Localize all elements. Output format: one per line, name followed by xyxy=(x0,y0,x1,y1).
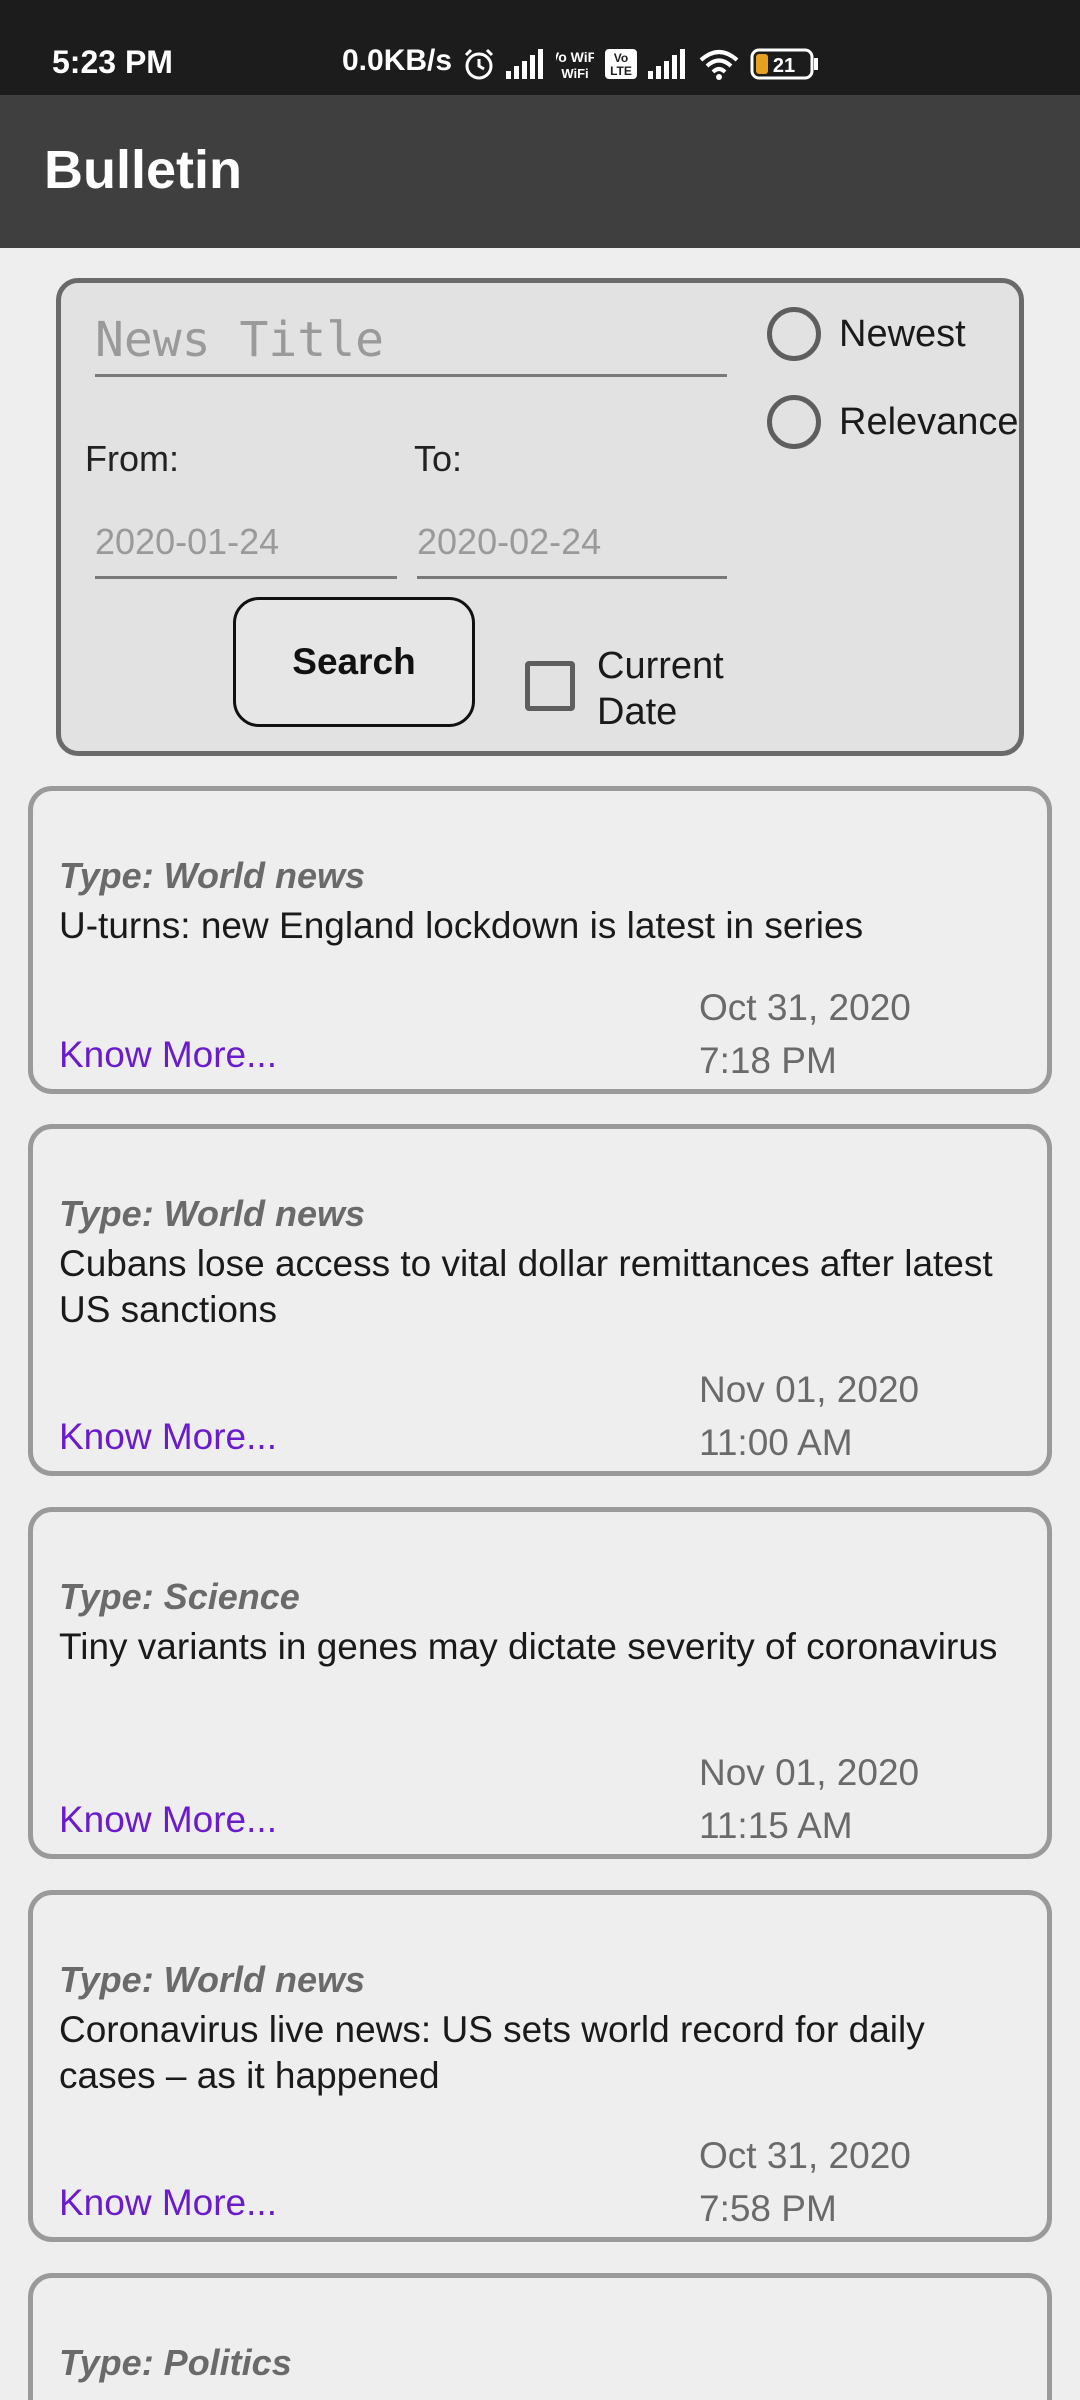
volte-icon: Vo LTE xyxy=(604,48,638,80)
news-card[interactable]: Type: Science Tiny variants in genes may… xyxy=(28,1507,1052,1859)
vo-wifi-icon: Vo WiFiWiFi xyxy=(556,47,594,81)
current-date-label: Current Date xyxy=(597,645,724,733)
news-date: Nov 01, 2020 xyxy=(699,1752,920,1793)
radio-circle-icon[interactable] xyxy=(767,307,821,361)
vo-wifi-top: Vo WiFi xyxy=(556,49,594,65)
news-card[interactable]: Type: World news U-turns: new England lo… xyxy=(28,786,1052,1094)
wifi-icon xyxy=(698,48,740,80)
svg-text:Vo: Vo xyxy=(614,51,628,65)
status-bar: 5:23 PM 0.0KB/s Vo WiFiWiFi VoLTE 21 xyxy=(0,0,1080,95)
sort-relevance-radio[interactable]: Relevance xyxy=(767,395,1019,449)
news-date: Nov 01, 2020 xyxy=(699,1369,920,1410)
news-title: U-turns: new England lockdown is latest … xyxy=(59,905,864,946)
know-more-link[interactable]: Know More... xyxy=(59,1416,277,1458)
news-type: Type: World news xyxy=(59,1193,366,1234)
from-label: From: xyxy=(85,438,179,479)
news-card[interactable]: Type: World news Cubans lose access to v… xyxy=(28,1124,1052,1476)
battery-icon: 21 xyxy=(750,47,820,81)
news-title: Coronavirus live news: US sets world rec… xyxy=(59,2009,925,2096)
news-date: Oct 31, 2020 xyxy=(699,2135,911,2176)
to-date-field[interactable] xyxy=(417,511,727,579)
radio-label: Relevance xyxy=(839,400,1019,443)
news-type: Type: World news xyxy=(59,855,366,896)
news-type: Type: Science xyxy=(59,1576,300,1617)
news-type: Type: Politics xyxy=(59,2342,292,2383)
alarm-icon xyxy=(462,47,496,81)
current-date-checkbox[interactable] xyxy=(525,661,575,711)
know-more-link[interactable]: Know More... xyxy=(59,1034,277,1076)
know-more-link[interactable]: Know More... xyxy=(59,2182,277,2224)
from-date-field[interactable] xyxy=(95,511,397,579)
svg-text:LTE: LTE xyxy=(610,64,632,78)
news-title: Tiny variants in genes may dictate sever… xyxy=(59,1626,998,1667)
app-title: Bulletin xyxy=(44,140,242,200)
news-time: 7:18 PM xyxy=(699,1040,837,1081)
news-card[interactable]: Type: Politics xyxy=(28,2273,1052,2400)
svg-text:WiFi: WiFi xyxy=(561,66,588,81)
news-type: Type: World news xyxy=(59,1959,366,2000)
news-time: 11:15 AM xyxy=(699,1805,853,1846)
signal-icon xyxy=(506,49,546,79)
to-label: To: xyxy=(414,438,463,479)
status-icons: Vo WiFiWiFi VoLTE 21 xyxy=(462,44,820,84)
know-more-link[interactable]: Know More... xyxy=(59,1799,277,1841)
radio-label: Newest xyxy=(839,312,966,355)
signal-icon xyxy=(648,49,688,79)
radio-circle-icon[interactable] xyxy=(767,395,821,449)
news-date: Oct 31, 2020 xyxy=(699,987,911,1028)
network-speed: 0.0KB/s xyxy=(342,44,453,77)
battery-level: 21 xyxy=(773,55,795,77)
news-title-input[interactable] xyxy=(95,311,727,377)
sort-newest-radio[interactable]: Newest xyxy=(767,307,966,361)
news-time: 11:00 AM xyxy=(699,1422,853,1463)
search-panel: Newest Relevance From: To: Search Curren… xyxy=(56,278,1024,756)
news-title: Cubans lose access to vital dollar remit… xyxy=(59,1243,993,1330)
news-time: 7:58 PM xyxy=(699,2188,837,2229)
search-button[interactable]: Search xyxy=(233,597,475,727)
status-time: 5:23 PM xyxy=(52,44,173,80)
news-card[interactable]: Type: World news Coronavirus live news: … xyxy=(28,1890,1052,2242)
app-bar: Bulletin xyxy=(0,95,1080,248)
